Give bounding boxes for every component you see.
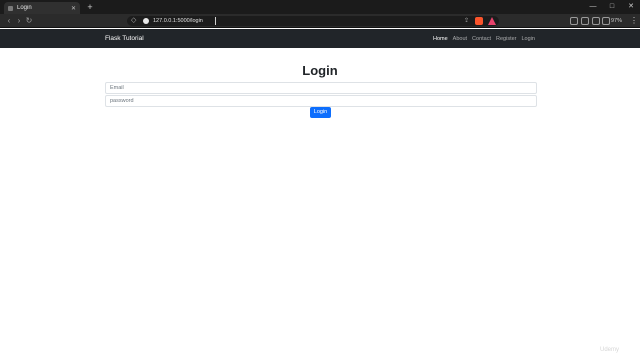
address-bar[interactable]: ◇ 127.0.0.1:5000/login ⇪	[127, 16, 499, 26]
page-title: Login	[302, 63, 338, 78]
nav-link-contact[interactable]: Contact	[472, 36, 491, 42]
reload-icon[interactable]: ↻	[23, 15, 35, 27]
nav-link-login[interactable]: Login	[522, 36, 535, 42]
extensions-icon[interactable]	[570, 17, 578, 25]
minimize-button[interactable]: —	[584, 1, 602, 13]
url-text[interactable]: 127.0.0.1:5000/login	[153, 16, 203, 26]
bookmark-icon[interactable]: ◇	[131, 16, 136, 26]
tab-strip: Login ✕ + — □ ✕	[0, 0, 640, 14]
share-icon[interactable]: ⇪	[464, 16, 469, 26]
menu-icon[interactable]: ⋮	[630, 15, 638, 27]
nav-link-register[interactable]: Register	[496, 36, 516, 42]
brave-shields-icon[interactable]	[475, 17, 483, 25]
nav-link-about[interactable]: About	[453, 36, 467, 42]
maximize-button[interactable]: □	[603, 1, 621, 13]
browser-window: Login ✕ + — □ ✕ ‹ › ↻ ◇ 127.0.0.1:5000/l…	[0, 0, 640, 360]
email-field[interactable]	[105, 82, 537, 94]
site-info-icon[interactable]	[143, 18, 149, 24]
new-tab-button[interactable]: +	[85, 2, 95, 12]
udemy-watermark: Udemy	[600, 347, 620, 353]
browser-tab[interactable]: Login ✕	[4, 2, 80, 14]
tab-close-icon[interactable]: ✕	[71, 5, 76, 12]
profile-icon[interactable]	[602, 17, 610, 25]
favicon-icon	[8, 5, 13, 11]
nav-link-home[interactable]: Home	[433, 36, 448, 42]
site-navbar: Flask Tutorial Home About Contact Regist…	[0, 29, 640, 48]
battery-indicator: 97%	[611, 18, 623, 24]
password-field[interactable]	[105, 95, 537, 107]
wallet-icon[interactable]	[592, 17, 600, 25]
close-window-button[interactable]: ✕	[622, 1, 640, 13]
nav-links: Home About Contact Register Login	[433, 29, 535, 48]
navbar-brand[interactable]: Flask Tutorial	[105, 29, 144, 48]
text-cursor-icon	[215, 17, 216, 25]
tab-title: Login	[17, 5, 32, 11]
brave-rewards-icon[interactable]	[488, 17, 496, 25]
browser-toolbar: ‹ › ↻ ◇ 127.0.0.1:5000/login ⇪ 97% ⋮	[0, 14, 640, 28]
login-button[interactable]: Login	[310, 107, 331, 118]
sidebar-icon[interactable]	[581, 17, 589, 25]
